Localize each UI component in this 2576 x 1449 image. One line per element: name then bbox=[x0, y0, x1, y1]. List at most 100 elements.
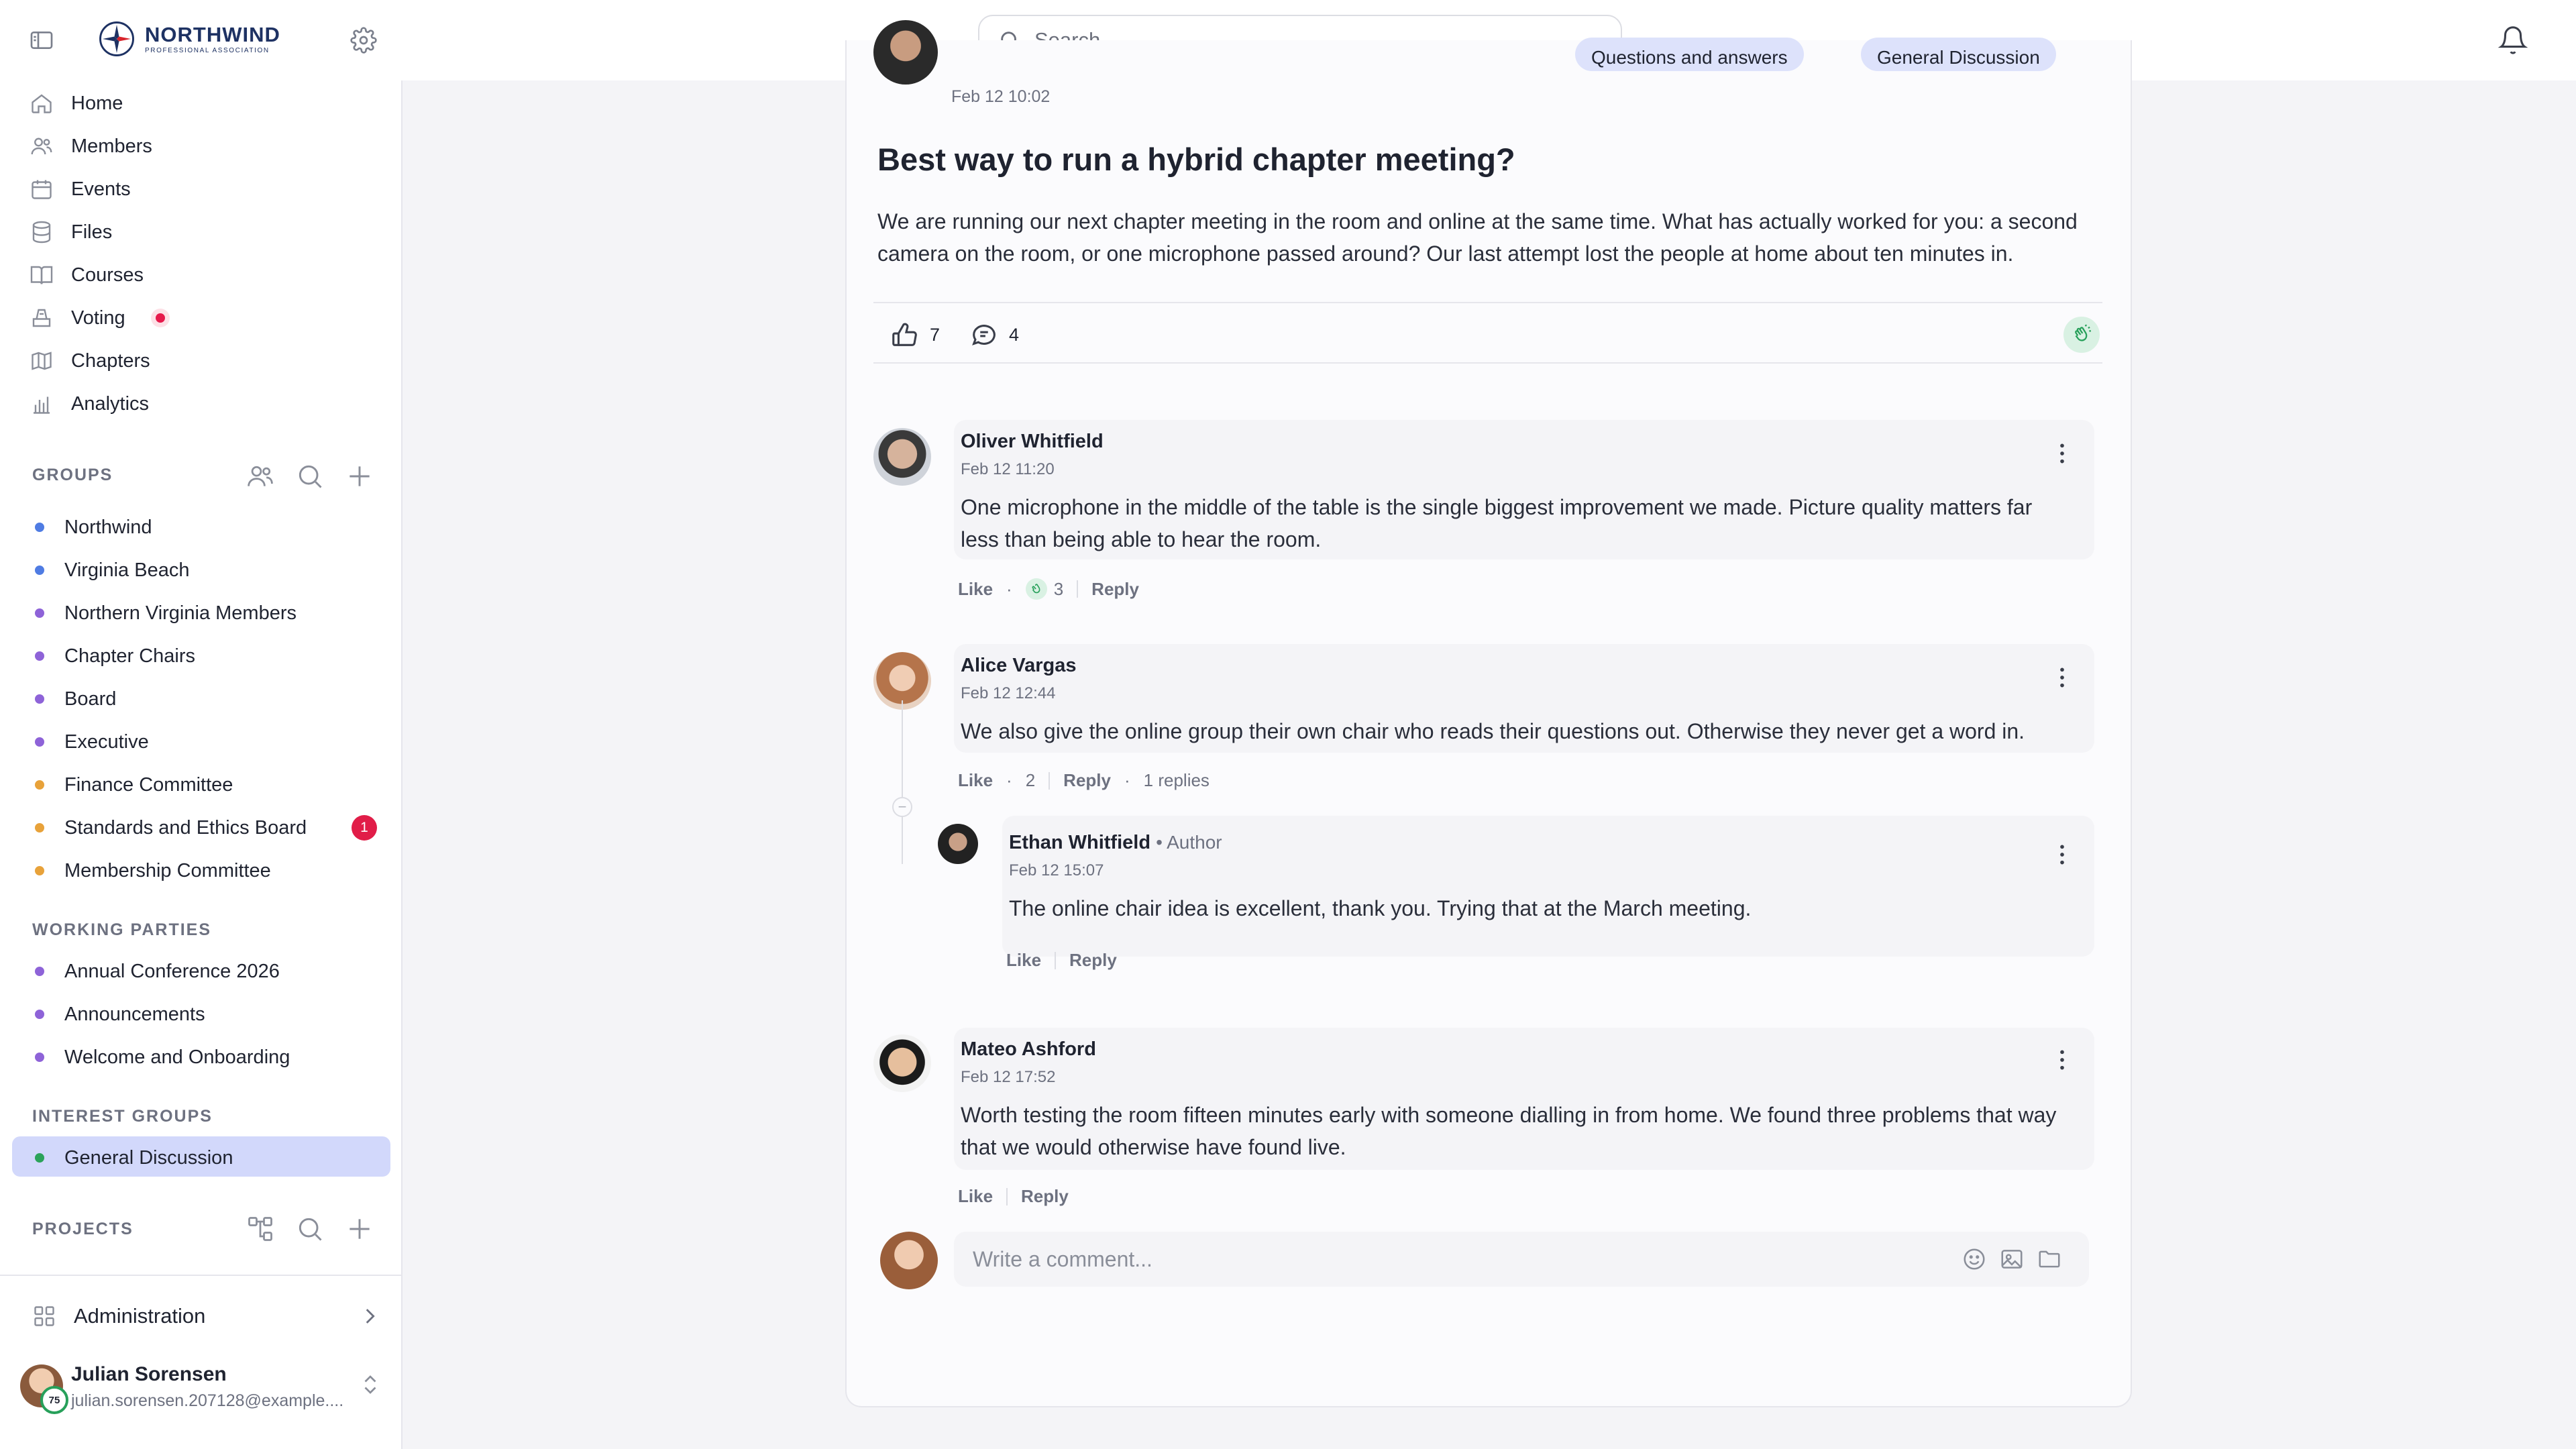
comment-input[interactable]: Write a comment... bbox=[954, 1232, 2089, 1287]
group-item-announcements[interactable]: Announcements bbox=[35, 997, 205, 1032]
comment-author[interactable]: Oliver Whitfield bbox=[961, 431, 1104, 453]
profile-score-badge: 75 bbox=[40, 1386, 68, 1414]
nav-item-chapters[interactable]: Chapters bbox=[30, 342, 150, 380]
nav-label: Events bbox=[71, 178, 131, 200]
group-label: Executive bbox=[64, 731, 149, 753]
user-name: Julian Sorensen bbox=[71, 1363, 227, 1385]
more-options-icon[interactable] bbox=[2049, 440, 2076, 467]
comment-author[interactable]: Mateo Ashford bbox=[961, 1038, 1096, 1061]
group-label: Annual Conference 2026 bbox=[64, 960, 280, 982]
group-color-dot bbox=[35, 1153, 44, 1163]
sidebar: Home Members Events Files Courses Voting… bbox=[0, 80, 402, 1449]
nav-item-events[interactable]: Events bbox=[30, 170, 131, 208]
ballot-icon bbox=[32, 309, 51, 327]
more-options-icon[interactable] bbox=[2049, 664, 2076, 691]
group-item-chapter-chairs[interactable]: Chapter Chairs bbox=[35, 639, 195, 674]
comment-like-button[interactable]: Like bbox=[1006, 950, 1041, 971]
administration-label: Administration bbox=[74, 1304, 206, 1328]
nav-item-home[interactable]: Home bbox=[30, 85, 123, 122]
comment-author[interactable]: Alice Vargas bbox=[961, 655, 1077, 677]
administration-link[interactable]: Administration bbox=[32, 1297, 381, 1335]
group-color-dot bbox=[35, 866, 44, 875]
brand-logo[interactable]: NORTHWIND PROFESSIONAL ASSOCIATION bbox=[98, 20, 280, 58]
groups-heading: GROUPS bbox=[32, 466, 113, 484]
group-item-executive[interactable]: Executive bbox=[35, 724, 149, 759]
hierarchy-icon[interactable] bbox=[246, 1214, 275, 1244]
map-icon bbox=[32, 352, 52, 370]
nav-label: Chapters bbox=[71, 350, 150, 372]
nav-item-members[interactable]: Members bbox=[30, 127, 152, 165]
like-count: 2 bbox=[1025, 770, 1036, 790]
comments-button[interactable]: 4 bbox=[969, 319, 1019, 350]
avatar[interactable] bbox=[938, 824, 978, 864]
members-icon bbox=[31, 138, 52, 155]
group-members-icon[interactable] bbox=[246, 462, 275, 491]
folder-icon[interactable] bbox=[2037, 1246, 2062, 1272]
group-color-dot bbox=[35, 967, 44, 976]
replies-toggle[interactable]: 1 replies bbox=[1144, 770, 1210, 791]
nav-label: Analytics bbox=[71, 392, 150, 415]
plus-icon[interactable] bbox=[345, 462, 374, 491]
group-color-dot bbox=[35, 780, 44, 790]
comment-actions: Like · 3 Reply bbox=[958, 578, 1139, 600]
collapse-thread-icon[interactable]: − bbox=[892, 797, 912, 817]
avatar[interactable] bbox=[873, 20, 938, 85]
comment-actions: Like · 2 Reply · 1 replies bbox=[958, 770, 1210, 791]
group-item-standards-ethics-board[interactable]: Standards and Ethics Board bbox=[35, 810, 307, 845]
like-count: 7 bbox=[930, 324, 941, 345]
group-item-board[interactable]: Board bbox=[35, 682, 116, 716]
nav-item-analytics[interactable]: Analytics bbox=[30, 385, 149, 423]
image-icon[interactable] bbox=[1999, 1246, 2025, 1272]
plus-icon[interactable] bbox=[345, 1214, 374, 1244]
group-item-membership-committee[interactable]: Membership Committee bbox=[35, 853, 271, 888]
settings-gear-icon[interactable] bbox=[346, 23, 381, 58]
group-item-annual-conference[interactable]: Annual Conference 2026 bbox=[35, 954, 280, 989]
group-color-dot bbox=[35, 566, 44, 575]
group-item-general-discussion[interactable]: General Discussion bbox=[35, 1140, 233, 1175]
comment-actions: Like Reply bbox=[958, 1186, 1069, 1207]
clap-reaction[interactable]: 3 bbox=[1025, 578, 1063, 600]
comment-reply-button[interactable]: Reply bbox=[1091, 579, 1139, 600]
sidebar-toggle-icon[interactable] bbox=[24, 23, 59, 58]
comment-bubble-icon bbox=[972, 325, 996, 345]
comment-author[interactable]: Ethan Whitfield • Author bbox=[1009, 832, 1222, 854]
sidebar-divider bbox=[0, 1275, 402, 1276]
nav-label: Voting bbox=[71, 307, 125, 329]
comment-like-button[interactable]: Like bbox=[958, 1186, 993, 1207]
group-item-northern-virginia-members[interactable]: Northern Virginia Members bbox=[35, 596, 297, 631]
search-icon[interactable] bbox=[295, 462, 325, 491]
nav-label: Home bbox=[71, 92, 123, 114]
chevron-right-icon bbox=[366, 1309, 375, 1324]
more-options-icon[interactable] bbox=[2049, 841, 2076, 868]
like-button[interactable]: 7 bbox=[890, 319, 940, 350]
post-tag-group[interactable]: General Discussion bbox=[1861, 38, 2056, 71]
user-account-switcher[interactable]: 75 Julian Sorensen julian.sorensen.20712… bbox=[20, 1360, 382, 1414]
group-color-dot bbox=[35, 823, 44, 833]
comment-reply-button[interactable]: Reply bbox=[1069, 950, 1117, 971]
comment-reply-button[interactable]: Reply bbox=[1021, 1186, 1069, 1207]
avatar[interactable] bbox=[873, 1034, 931, 1092]
post-tag-category[interactable]: Questions and answers bbox=[1575, 38, 1804, 71]
emoji-icon[interactable] bbox=[1962, 1246, 1987, 1272]
nav-item-voting[interactable]: Voting bbox=[30, 299, 170, 337]
group-item-virginia-beach[interactable]: Virginia Beach bbox=[35, 553, 189, 588]
comment-like-button[interactable]: Like bbox=[958, 579, 993, 600]
search-icon[interactable] bbox=[295, 1214, 325, 1244]
group-item-welcome-onboarding[interactable]: Welcome and Onboarding bbox=[35, 1040, 290, 1075]
group-item-finance-committee[interactable]: Finance Committee bbox=[35, 767, 233, 802]
group-item-northwind[interactable]: Northwind bbox=[35, 510, 152, 545]
group-label: Chapter Chairs bbox=[64, 645, 196, 667]
avatar[interactable] bbox=[873, 428, 931, 486]
clap-reaction-icon[interactable] bbox=[2063, 317, 2100, 353]
nav-item-courses[interactable]: Courses bbox=[30, 256, 144, 294]
comment-like-button[interactable]: Like bbox=[958, 770, 993, 791]
unread-count-badge: 1 bbox=[352, 815, 377, 841]
group-color-dot bbox=[35, 1010, 44, 1019]
comment-reply-button[interactable]: Reply bbox=[1063, 770, 1111, 791]
comment-actions: Like Reply bbox=[1006, 950, 1117, 971]
notifications-bell-icon[interactable] bbox=[2496, 23, 2530, 58]
nav-item-files[interactable]: Files bbox=[30, 213, 112, 251]
more-options-icon[interactable] bbox=[2049, 1046, 2076, 1073]
comment-text: Worth testing the room fifteen minutes e… bbox=[961, 1103, 2057, 1159]
brand-name: NORTHWIND bbox=[145, 22, 280, 46]
